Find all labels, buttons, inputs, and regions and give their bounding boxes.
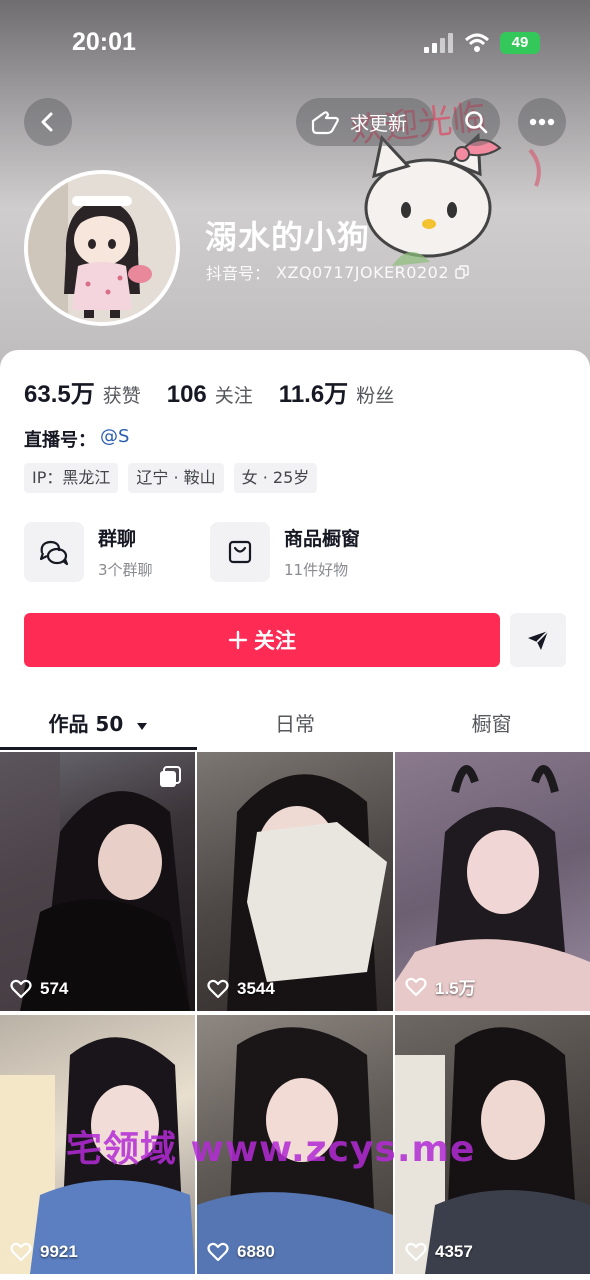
tag-location: 辽宁 · 鞍山 (128, 463, 224, 493)
stat-value: 63.5万 (24, 381, 95, 408)
status-time: 20:01 (72, 28, 136, 56)
heart-icon (10, 1242, 32, 1262)
live-id-link[interactable]: @S (100, 426, 129, 452)
share-button[interactable] (510, 613, 566, 667)
product-window-entry[interactable]: 商品橱窗 11件好物 (210, 522, 360, 582)
content-tabs: 作品 50 日常 橱窗 (0, 688, 590, 750)
avatar-illustration (28, 174, 176, 322)
feature-icon-box (24, 522, 84, 582)
like-count-value: 6880 (237, 1242, 275, 1261)
live-id-label: 直播号： (24, 430, 96, 451)
more-button[interactable] (518, 98, 566, 146)
feature-icon-box (210, 522, 270, 582)
nickname: 溺水的小狗 (205, 218, 371, 256)
douyin-id-label: 抖音号： (206, 264, 271, 283)
video-grid: 574 3544 1.5万 9921 6880 4357 (0, 752, 590, 1280)
request-update-label: 求更新 (350, 112, 408, 135)
video-cover-image (227, 774, 387, 1011)
tab-works[interactable]: 作品 50 (0, 688, 197, 750)
like-count: 574 (10, 979, 68, 999)
request-update-button[interactable]: 求更新 (296, 98, 434, 146)
heart-icon (405, 977, 427, 996)
send-icon (528, 630, 549, 650)
video-thumbnail[interactable]: 3544 (197, 752, 393, 1011)
like-count-value: 1.5万 (435, 979, 476, 998)
tab-daily[interactable]: 日常 (197, 688, 394, 750)
heart-icon (207, 1242, 229, 1262)
plus-icon (228, 630, 248, 650)
profile-tags: IP：黑龙江 辽宁 · 鞍山 女 · 25岁 (24, 463, 318, 493)
caret-down-icon (137, 723, 148, 730)
follow-label: 关注 (254, 629, 296, 653)
video-cover-image (0, 752, 190, 1011)
stat-value: 106 (166, 381, 207, 408)
tab-label: 作品 50 (48, 712, 124, 736)
stat-followers[interactable]: 11.6万 粉丝 (279, 374, 394, 409)
feature-subtitle: 11件好物 (284, 561, 349, 579)
like-count-value: 9921 (40, 1242, 78, 1261)
back-button[interactable] (24, 98, 72, 146)
like-count: 9921 (10, 1242, 78, 1262)
like-count-value: 574 (40, 979, 69, 998)
like-count: 1.5万 (405, 974, 476, 999)
like-count-value: 3544 (237, 979, 275, 998)
video-cover-image (395, 765, 590, 1011)
like-count: 3544 (207, 979, 275, 999)
feature-subtitle: 3个群聊 (98, 561, 153, 579)
douyin-id: 抖音号： XZQ0717JOKER0202 (206, 260, 469, 284)
copy-icon[interactable] (455, 265, 469, 279)
tab-showcase[interactable]: 橱窗 (393, 688, 590, 750)
heart-icon (10, 979, 32, 999)
stat-likes[interactable]: 63.5万 获赞 (24, 374, 141, 409)
profile-stats: 63.5万 获赞 106 关注 11.6万 粉丝 (24, 374, 420, 409)
search-icon (465, 111, 488, 134)
active-tab-underline (0, 747, 197, 750)
wifi-icon (464, 33, 490, 52)
tag-ip: IP：黑龙江 (24, 463, 119, 493)
heart-icon (207, 979, 229, 999)
video-thumbnail[interactable]: 1.5万 (395, 752, 590, 1011)
heart-icon (405, 1242, 427, 1262)
status-bar: 20:01 49 (0, 22, 590, 66)
like-count: 4357 (405, 1242, 473, 1262)
live-id-row: 直播号： @S (24, 426, 129, 452)
stat-label: 粉丝 (356, 385, 395, 407)
more-dots-icon (529, 118, 555, 126)
like-count-value: 4357 (435, 1242, 473, 1261)
group-chat-entry[interactable]: 群聊 3个群聊 (24, 522, 153, 582)
site-watermark: 宅领域 www.zcys.me (66, 1129, 476, 1170)
multi-image-icon (160, 766, 181, 787)
stat-label: 获赞 (102, 385, 141, 407)
profile-info-card: 63.5万 获赞 106 关注 11.6万 粉丝 直播号： @S IP：黑龙江 … (0, 350, 590, 750)
stat-following[interactable]: 106 关注 (167, 381, 253, 409)
stat-label: 关注 (214, 385, 253, 407)
like-count: 6880 (207, 1242, 275, 1262)
feature-title: 群聊 (98, 528, 137, 550)
tab-label: 日常 (275, 712, 315, 736)
tag-gender-age: 女 · 25岁 (233, 463, 318, 493)
stat-value: 11.6万 (278, 381, 349, 408)
video-thumbnail[interactable]: 574 (0, 752, 195, 1011)
battery-indicator: 49 (500, 32, 540, 54)
chat-bubbles-icon (39, 540, 69, 566)
shopping-bag-icon (228, 540, 252, 564)
status-icons: 49 (424, 32, 540, 54)
douyin-id-value: XZQ0717JOKER0202 (276, 262, 449, 282)
pointing-hand-icon (311, 111, 339, 135)
follow-button[interactable]: 关注 (24, 613, 500, 667)
avatar[interactable] (24, 170, 180, 326)
signal-icon (424, 33, 453, 53)
search-button[interactable] (452, 98, 500, 146)
feature-title: 商品橱窗 (284, 528, 361, 550)
chevron-left-icon (41, 112, 53, 132)
tab-label: 橱窗 (471, 712, 512, 736)
